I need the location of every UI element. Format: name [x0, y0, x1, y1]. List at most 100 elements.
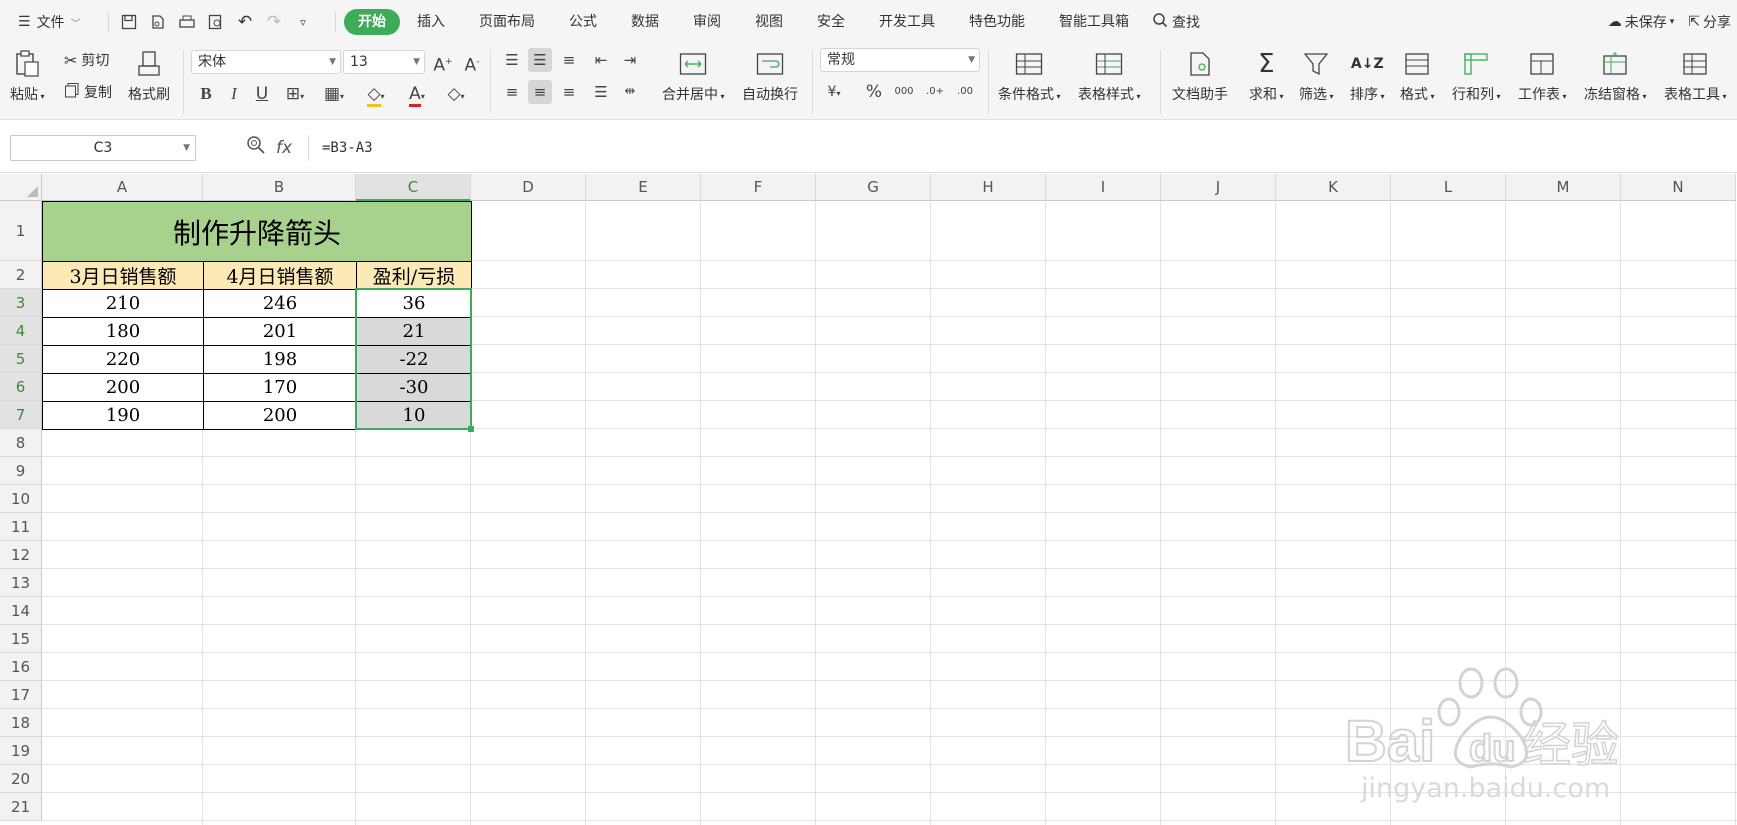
data-cell[interactable]: 10 — [356, 401, 472, 430]
cell-style-icon[interactable]: ▦▾ — [322, 82, 346, 106]
column-header-h[interactable]: H — [931, 174, 1046, 201]
header-cell[interactable]: 盈利/亏损 — [356, 261, 472, 290]
sort-button[interactable]: A↓Z 排序 ▾ — [1350, 50, 1385, 104]
tab-insert[interactable]: 插入 — [400, 9, 462, 35]
tab-view[interactable]: 视图 — [738, 9, 800, 35]
row-header-10[interactable]: 10 — [0, 485, 42, 513]
row-header-16[interactable]: 16 — [0, 653, 42, 681]
conditional-format-button[interactable]: 条件格式 ▾ — [998, 50, 1061, 104]
data-cell[interactable]: 200 — [203, 401, 357, 430]
tab-review[interactable]: 审阅 — [676, 9, 738, 35]
tab-special-features[interactable]: 特色功能 — [952, 9, 1042, 35]
fill-handle[interactable] — [468, 426, 474, 432]
print-preview-icon[interactable] — [206, 12, 226, 32]
decrease-indent-icon[interactable]: ⇤ — [589, 48, 613, 72]
row-header-6[interactable]: 6 — [0, 373, 42, 401]
font-color-icon[interactable]: A▾ — [405, 82, 429, 107]
zoom-search-icon[interactable] — [246, 135, 266, 160]
font-size-select[interactable]: 13 ▼ — [343, 50, 425, 74]
column-header-a[interactable]: A — [42, 174, 203, 201]
tab-smart-toolbox[interactable]: 智能工具箱 — [1042, 9, 1146, 35]
formula-input[interactable]: =B3-A3 — [308, 135, 1737, 161]
row-header-5[interactable]: 5 — [0, 345, 42, 373]
borders-icon[interactable]: ⊞▾ — [283, 82, 307, 106]
redo-icon[interactable]: ↷ — [264, 12, 284, 32]
row-header-20[interactable]: 20 — [0, 765, 42, 793]
sheet-title-cell[interactable]: 制作升降箭头 — [42, 201, 472, 262]
table-tools-button[interactable]: 表格工具 ▾ — [1664, 50, 1727, 104]
tab-developer[interactable]: 开发工具 — [862, 9, 952, 35]
distribute-icon[interactable]: ⇹ — [618, 80, 642, 104]
share-button[interactable]: ⇱ 分享 — [1688, 12, 1731, 32]
increase-decimal-icon[interactable]: .0+ — [923, 80, 947, 104]
tab-page-layout[interactable]: 页面布局 — [462, 9, 552, 35]
increase-indent-icon[interactable]: ⇥ — [618, 48, 642, 72]
data-cell[interactable]: 246 — [203, 289, 357, 318]
freeze-panes-button[interactable]: 冻结窗格 ▾ — [1584, 50, 1647, 104]
column-header-l[interactable]: L — [1391, 174, 1506, 201]
tab-security[interactable]: 安全 — [800, 9, 862, 35]
font-name-select[interactable]: 宋体 ▼ — [191, 50, 341, 74]
data-cell[interactable]: 170 — [203, 373, 357, 402]
bold-icon[interactable]: B — [194, 82, 218, 106]
worksheet-button[interactable]: 工作表 ▾ — [1518, 50, 1567, 104]
row-header-19[interactable]: 19 — [0, 737, 42, 765]
data-cell[interactable]: -22 — [356, 345, 472, 374]
align-right-icon[interactable]: ≡ — [557, 80, 581, 104]
row-header-12[interactable]: 12 — [0, 541, 42, 569]
underline-icon[interactable]: U — [250, 82, 274, 106]
row-header-13[interactable]: 13 — [0, 569, 42, 597]
column-header-k[interactable]: K — [1276, 174, 1391, 201]
increase-font-icon[interactable]: A+ — [431, 50, 455, 76]
row-header-4[interactable]: 4 — [0, 317, 42, 345]
justify-icon[interactable]: ☰ — [589, 80, 613, 104]
tab-formulas[interactable]: 公式 — [552, 9, 614, 35]
data-cell[interactable]: 190 — [42, 401, 204, 430]
row-header-21[interactable]: 21 — [0, 793, 42, 821]
align-left-icon[interactable]: ≡ — [500, 80, 524, 104]
filter-button[interactable]: 筛选 ▾ — [1299, 50, 1334, 104]
column-header-i[interactable]: I — [1046, 174, 1161, 201]
data-cell[interactable]: 36 — [356, 289, 472, 318]
row-header-17[interactable]: 17 — [0, 681, 42, 709]
format-button[interactable]: 格式 ▾ — [1400, 50, 1435, 104]
eraser-icon[interactable]: ◇▾ — [444, 82, 468, 106]
data-cell[interactable]: 200 — [42, 373, 204, 402]
row-header-8[interactable]: 8 — [0, 429, 42, 457]
row-header-1[interactable]: 1 — [0, 201, 42, 261]
data-cell[interactable]: 220 — [42, 345, 204, 374]
percent-icon[interactable]: % — [862, 80, 886, 104]
row-col-button[interactable]: 行和列 ▾ — [1452, 50, 1501, 104]
cut-button[interactable]: ✂ 剪切 — [64, 50, 109, 70]
search-button[interactable]: 查找 — [1152, 12, 1200, 32]
select-all-corner[interactable] — [0, 174, 42, 201]
column-header-d[interactable]: D — [471, 174, 586, 201]
column-header-j[interactable]: J — [1161, 174, 1276, 201]
decrease-decimal-icon[interactable]: .00 — [953, 80, 977, 104]
row-header-11[interactable]: 11 — [0, 513, 42, 541]
customize-dropdown-icon[interactable]: ▿ — [293, 12, 313, 32]
align-middle-icon[interactable]: ☰ — [528, 48, 552, 72]
unsaved-button[interactable]: ☁ 未保存 ▾ — [1608, 12, 1675, 32]
row-header-7[interactable]: 7 — [0, 401, 42, 429]
print-icon[interactable] — [177, 12, 197, 32]
decrease-font-icon[interactable]: A- — [460, 50, 484, 76]
align-bottom-icon[interactable]: ≡ — [557, 48, 581, 72]
column-header-m[interactable]: M — [1506, 174, 1621, 201]
wrap-text-button[interactable]: 自动换行 — [742, 50, 798, 104]
sum-button[interactable]: Σ 求和 ▾ — [1249, 49, 1284, 104]
fill-color-icon[interactable]: ◇▾ — [364, 82, 388, 107]
data-cell[interactable]: 198 — [203, 345, 357, 374]
row-header-14[interactable]: 14 — [0, 597, 42, 625]
merge-center-button[interactable]: 合并居中 ▾ — [662, 50, 725, 104]
column-header-b[interactable]: B — [203, 174, 356, 201]
data-cell[interactable]: 180 — [42, 317, 204, 346]
row-header-18[interactable]: 18 — [0, 709, 42, 737]
column-header-f[interactable]: F — [701, 174, 816, 201]
file-menu[interactable]: ☰ 文件 ﹀ — [0, 12, 100, 32]
data-cell[interactable]: -30 — [356, 373, 472, 402]
thousands-icon[interactable]: 000 — [892, 80, 916, 104]
data-cell[interactable]: 21 — [356, 317, 472, 346]
tab-data[interactable]: 数据 — [614, 9, 676, 35]
header-cell[interactable]: 4月日销售额 — [203, 261, 357, 290]
